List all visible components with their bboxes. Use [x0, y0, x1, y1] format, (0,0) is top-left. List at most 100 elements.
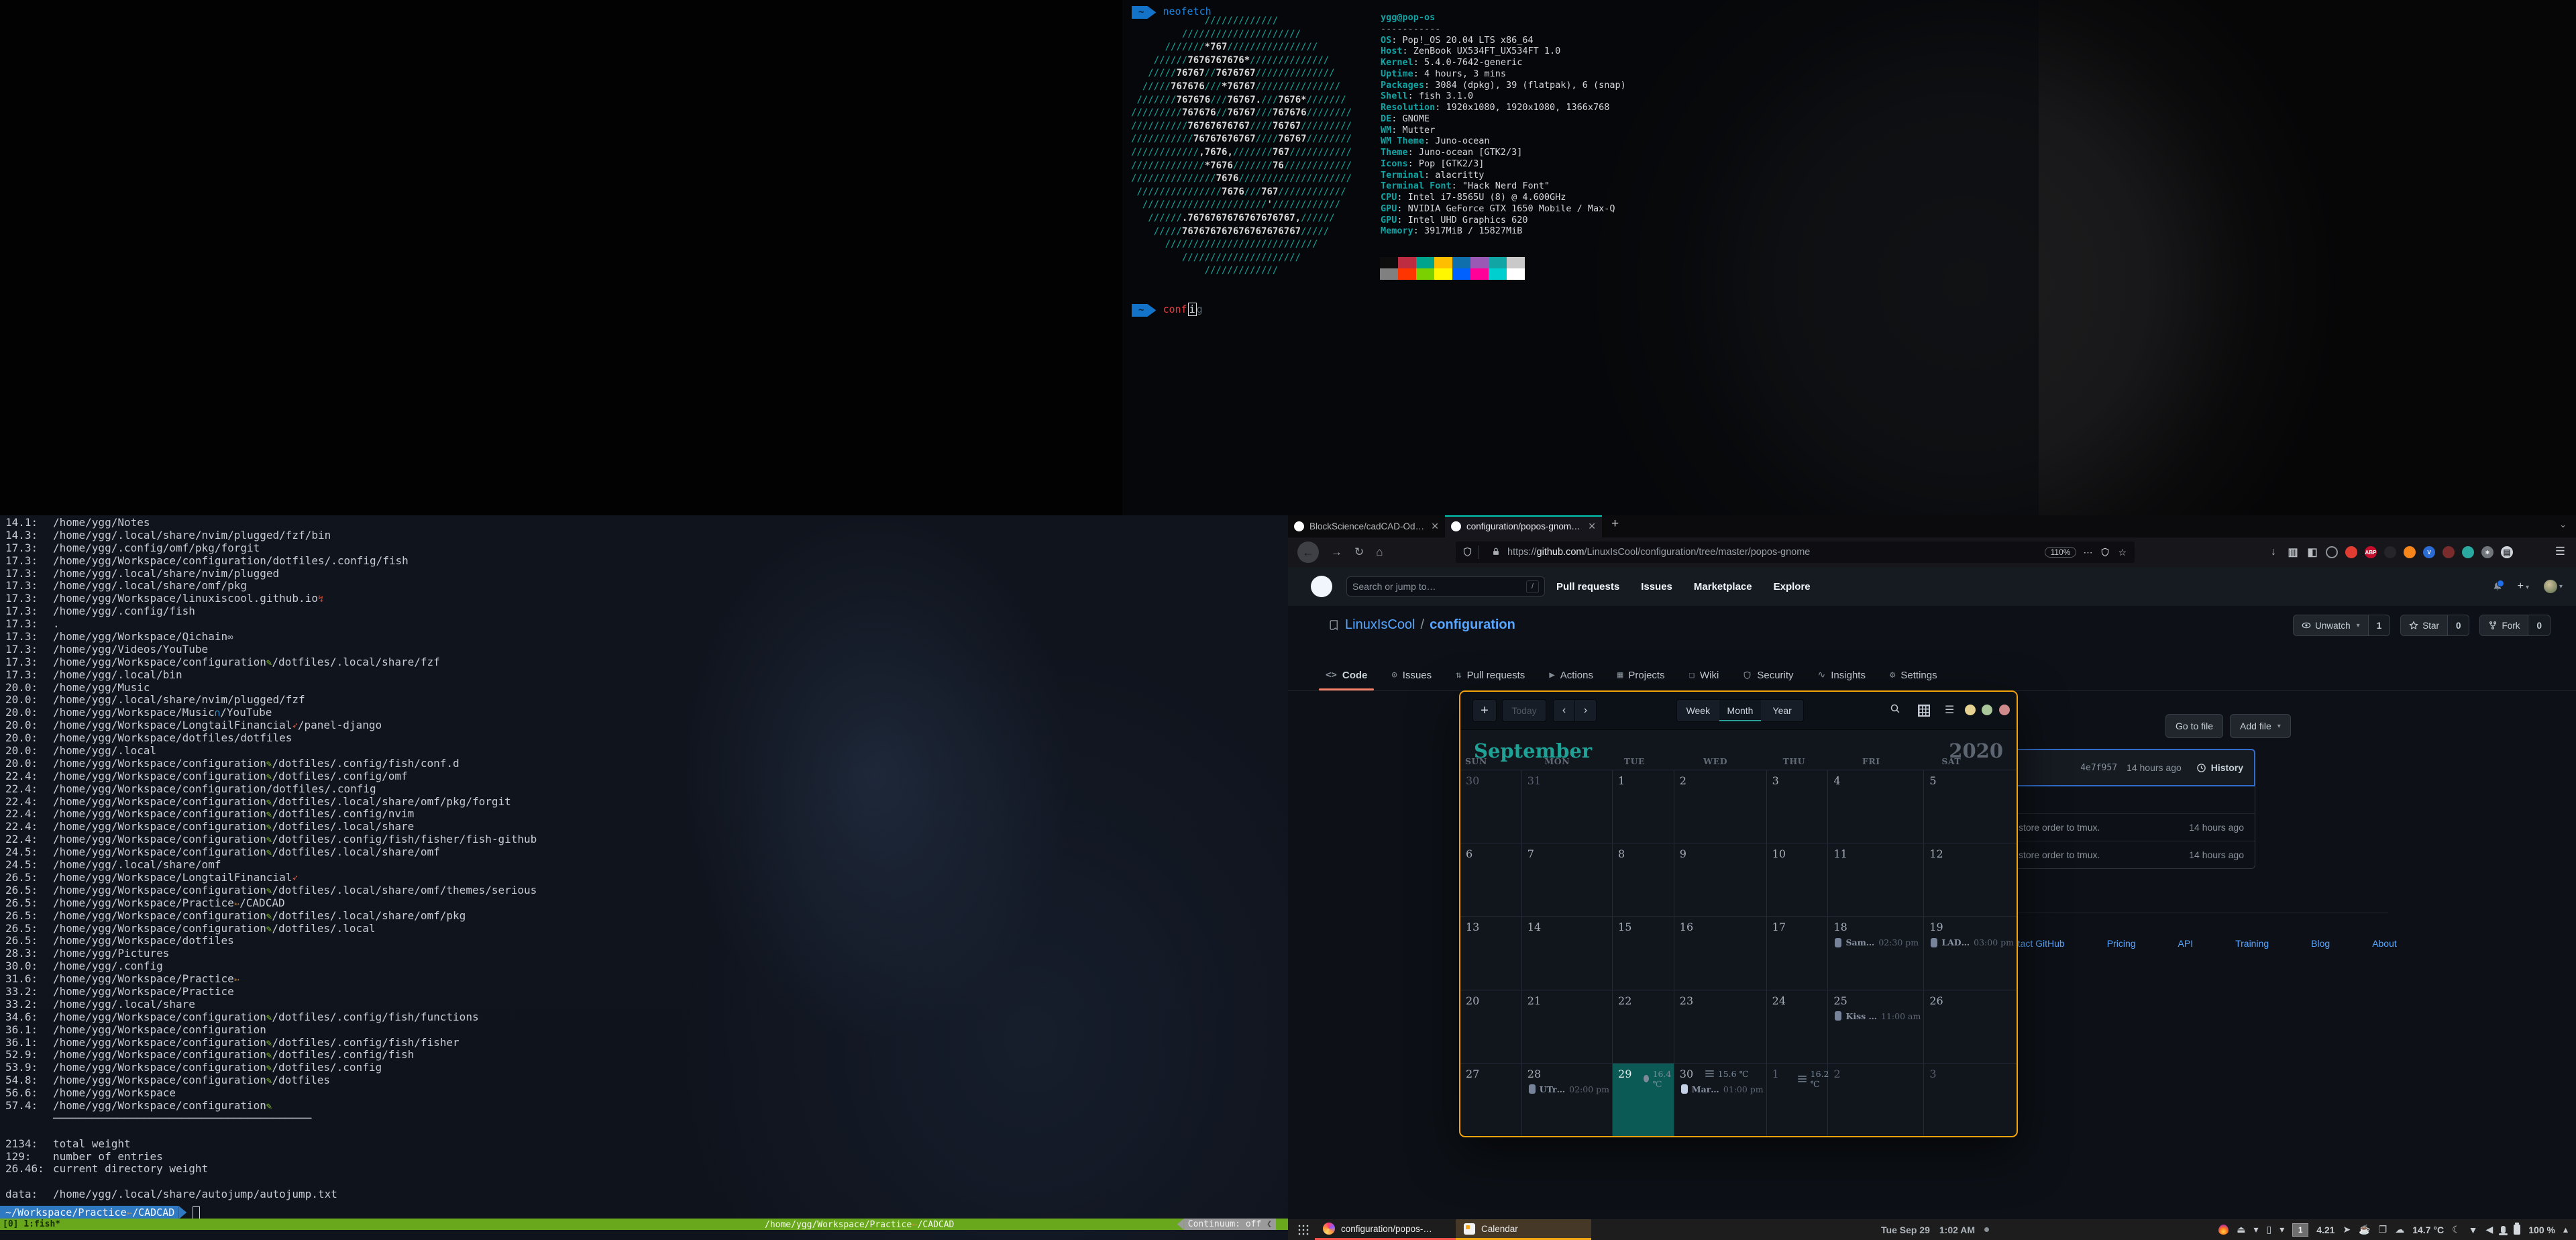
repo-tab-settings[interactable]: ⚙Settings: [1878, 660, 1949, 690]
search-icon[interactable]: [1890, 703, 1900, 714]
calendar-event[interactable]: LAD…03:00 pm: [1931, 937, 2014, 947]
history-link[interactable]: History: [2196, 762, 2243, 773]
day-cell[interactable]: 4: [1828, 770, 1924, 843]
workspaces-icon[interactable]: ❐: [2379, 1224, 2387, 1235]
minimize-button[interactable]: [1965, 705, 1976, 715]
react-devtools-icon[interactable]: ⚛: [2481, 546, 2493, 558]
day-cell[interactable]: 27: [1460, 1063, 1522, 1136]
github-logo[interactable]: [1311, 576, 1332, 597]
home-button[interactable]: ⌂: [1376, 546, 1383, 559]
go-to-file-button[interactable]: Go to file: [2165, 714, 2223, 738]
repo-name-link[interactable]: configuration: [1430, 617, 1515, 633]
view-week[interactable]: Week: [1677, 700, 1719, 721]
day-cell[interactable]: 10: [1767, 843, 1829, 916]
day-cell[interactable]: 31: [1522, 770, 1613, 843]
github-nav-marketplace[interactable]: Marketplace: [1694, 581, 1752, 592]
tracking-protection-shield-icon[interactable]: [1462, 547, 1473, 558]
library-icon[interactable]: ▥: [2287, 546, 2299, 558]
autojump-terminal-window[interactable]: 14.1:/home/ygg/Notes14.3:/home/ygg/.loca…: [0, 515, 1288, 1240]
fish-prompt-line[interactable]: ~/Workspace/Practice➳/CADCAD: [0, 1206, 200, 1219]
page-actions-icon[interactable]: ⋯: [2083, 547, 2092, 558]
day-cell[interactable]: 5: [1924, 770, 2017, 843]
day-cell[interactable]: 11: [1828, 843, 1924, 916]
globe-extension-icon[interactable]: [2462, 546, 2474, 558]
day-cell[interactable]: 13: [1460, 916, 1522, 989]
clipboard-extension-icon[interactable]: ▤: [2501, 546, 2513, 558]
https-lock-icon[interactable]: [1491, 547, 1502, 558]
fork-button[interactable]: Fork0: [2479, 615, 2551, 636]
repo-tab-issues[interactable]: ⊙Issues: [1379, 660, 1444, 690]
repo-tab-projects[interactable]: ▦Projects: [1605, 660, 1677, 690]
metamask-icon[interactable]: [2404, 546, 2416, 558]
tab-overflow-caret-icon[interactable]: ⌄: [2559, 519, 2567, 530]
add-file-button[interactable]: Add file▾: [2230, 714, 2291, 738]
repo-tab-insights[interactable]: ∿Insights: [1806, 660, 1878, 690]
browser-tab[interactable]: BlockScience/cadCAD-Od…✕: [1288, 515, 1445, 537]
day-cell[interactable]: 14: [1522, 916, 1613, 989]
new-event-button[interactable]: +: [1472, 699, 1497, 722]
weather-icon[interactable]: ☁: [2395, 1224, 2404, 1235]
today-button[interactable]: Today: [1502, 699, 1546, 722]
volume-icon[interactable]: ◀: [2485, 1224, 2493, 1235]
net-speed-icon[interactable]: ➤: [2343, 1224, 2351, 1235]
eject-icon[interactable]: ⏏: [2237, 1224, 2245, 1235]
tab-close-icon[interactable]: ✕: [1431, 521, 1439, 532]
vimium-icon[interactable]: V: [2423, 546, 2435, 558]
user-avatar[interactable]: ▾: [2544, 580, 2563, 593]
url-bar[interactable]: https://github.com/LinuxIsCool/configura…: [1456, 541, 2135, 563]
day-cell[interactable]: 24: [1767, 990, 1829, 1063]
day-cell[interactable]: 16: [1674, 916, 1767, 989]
browser-tab[interactable]: configuration/popos-gnom…✕: [1445, 515, 1602, 537]
calendar-event[interactable]: UTr…02:00 pm: [1529, 1084, 1609, 1094]
commit-sha[interactable]: 4e7f957: [2080, 763, 2117, 773]
maximize-button[interactable]: [1982, 705, 1992, 715]
day-cell[interactable]: 30: [1460, 770, 1522, 843]
clipboard-icon[interactable]: ▯: [2266, 1224, 2271, 1235]
taskbar-item-firefox[interactable]: configuration/popos-…: [1315, 1219, 1456, 1240]
day-cell[interactable]: 21: [1522, 990, 1613, 1063]
day-cell[interactable]: 116.2 ℃: [1767, 1063, 1829, 1136]
clipboard-caret-icon[interactable]: ▾: [2279, 1224, 2284, 1235]
bookmark-star-icon[interactable]: ☆: [2118, 547, 2127, 558]
day-cell[interactable]: 20: [1460, 990, 1522, 1063]
repo-tab-code[interactable]: <>Code: [1313, 660, 1379, 690]
day-cell[interactable]: 1: [1613, 770, 1674, 843]
create-new-button[interactable]: +▾: [2518, 580, 2529, 592]
wifi-icon[interactable]: ▼: [2469, 1225, 2478, 1235]
view-month[interactable]: Month: [1719, 700, 1762, 721]
repo-tab-pull-requests[interactable]: ⇅Pull requests: [1444, 660, 1537, 690]
hamburger-menu-icon[interactable]: ☰: [2555, 545, 2565, 558]
footer-link-pricing[interactable]: Pricing: [2107, 938, 2136, 949]
forward-button[interactable]: →: [1331, 546, 1342, 559]
menu-icon[interactable]: ☰: [1945, 703, 1954, 717]
github-search-input[interactable]: Search or jump to… /: [1346, 576, 1545, 597]
day-cell[interactable]: 23: [1674, 990, 1767, 1063]
view-year[interactable]: Year: [1761, 700, 1803, 721]
caffeine-icon[interactable]: ☕: [2359, 1224, 2370, 1235]
day-cell[interactable]: 6: [1460, 843, 1522, 916]
day-cell[interactable]: 3: [1767, 770, 1829, 843]
pocket-shield-icon[interactable]: [2100, 548, 2110, 557]
github-nav-explore[interactable]: Explore: [1774, 581, 1811, 592]
footer-link-api[interactable]: API: [2178, 938, 2194, 949]
microphone-icon[interactable]: [2501, 1226, 2506, 1233]
darkreader-icon[interactable]: [2384, 546, 2396, 558]
star-button[interactable]: Star0: [2400, 615, 2469, 636]
repo-owner-link[interactable]: LinuxIsCool: [1345, 617, 1415, 633]
repo-tab-wiki[interactable]: ❏Wiki: [1677, 660, 1731, 690]
day-cell[interactable]: 25Kiss …11:00 am: [1828, 990, 1924, 1063]
taskbar-item-calendar[interactable]: Calendar: [1456, 1219, 1591, 1240]
day-cell[interactable]: 18Sam…02:30 pm: [1828, 916, 1924, 989]
footer-link-training[interactable]: Training: [2235, 938, 2269, 949]
download-icon[interactable]: ↓: [2267, 546, 2279, 558]
day-cell[interactable]: 15: [1613, 916, 1674, 989]
day-cell[interactable]: 26: [1924, 990, 2017, 1063]
tab-close-icon[interactable]: ✕: [1588, 521, 1596, 532]
system-monitor-icon[interactable]: [2218, 1225, 2229, 1235]
repo-tab-actions[interactable]: ▶Actions: [1537, 660, 1605, 690]
day-cell-today[interactable]: 2916.4 ℃: [1613, 1063, 1674, 1136]
day-cell[interactable]: 19LAD…03:00 pm: [1924, 916, 2017, 989]
panel-caret-icon[interactable]: ▴: [2563, 1224, 2568, 1235]
workspace-indicator[interactable]: 1: [2292, 1223, 2308, 1237]
calendar-event[interactable]: Mar…01:00 pm: [1681, 1084, 1764, 1094]
